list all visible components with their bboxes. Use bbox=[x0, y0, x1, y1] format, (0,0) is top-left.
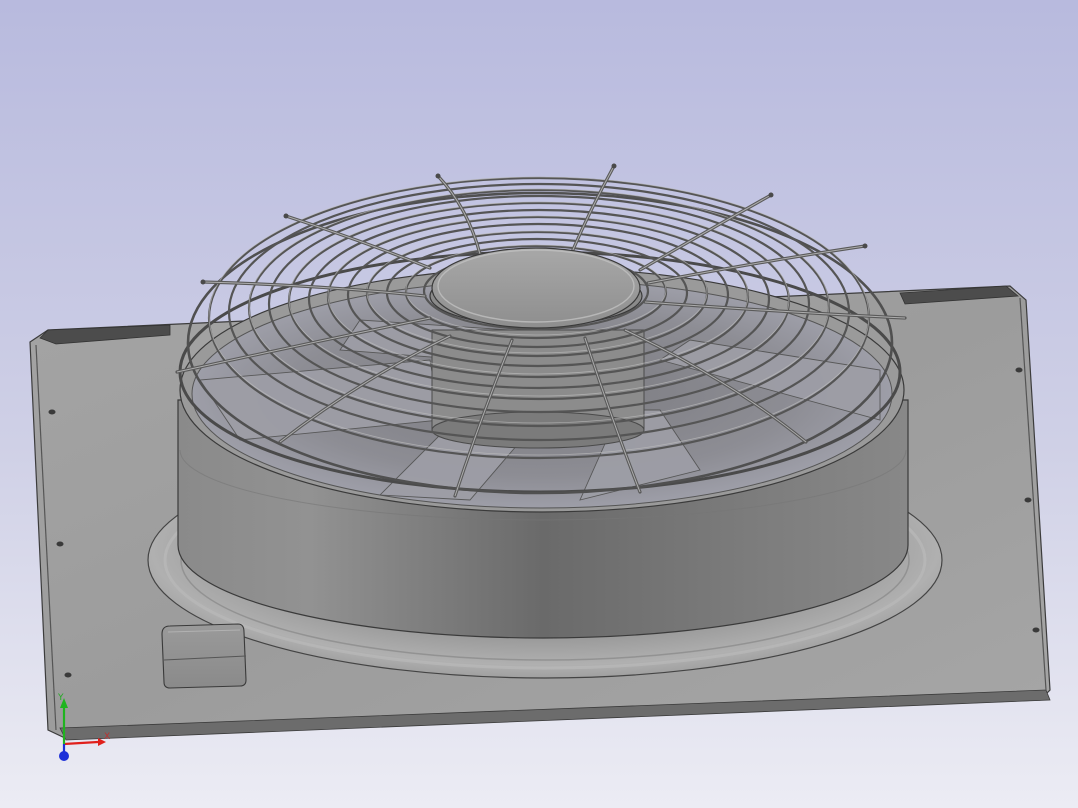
triad-x-label: X bbox=[104, 732, 110, 742]
cad-3d-viewport[interactable]: X Y bbox=[0, 0, 1078, 808]
terminal-box[interactable] bbox=[161, 623, 247, 689]
guard-center-plate[interactable] bbox=[429, 247, 643, 329]
triad-y-label: Y bbox=[57, 693, 64, 703]
model-canvas[interactable]: X Y bbox=[0, 0, 1078, 808]
